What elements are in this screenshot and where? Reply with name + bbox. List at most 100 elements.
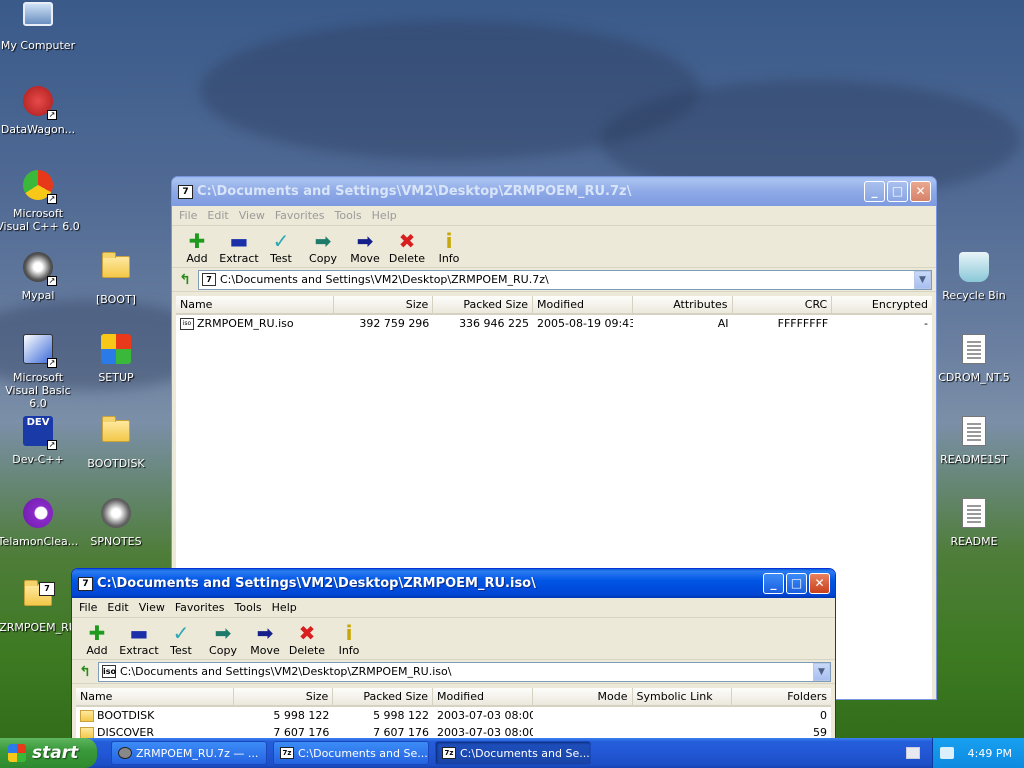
column-size[interactable]: Size xyxy=(334,296,434,313)
document-icon xyxy=(957,334,991,368)
copy-button[interactable]: ➡ Copy xyxy=(302,230,344,265)
keyboard-icon[interactable] xyxy=(906,747,920,759)
move-button[interactable]: ➡ Move xyxy=(344,230,386,265)
add-button[interactable]: ✚ Add xyxy=(176,230,218,265)
desktop-icon-readme[interactable]: README xyxy=(932,496,1016,548)
table-row[interactable]: iso ZRMPOEM_RU.iso 392 759 296 336 946 22… xyxy=(176,315,932,332)
address-bar: ↰ iso C:\Documents and Settings\VM2\Desk… xyxy=(72,660,835,684)
menu-edit[interactable]: Edit xyxy=(202,209,233,222)
menu-help[interactable]: Help xyxy=(267,601,302,614)
menu-file[interactable]: File xyxy=(174,209,202,222)
address-input[interactable]: 7 C:\Documents and Settings\VM2\Desktop\… xyxy=(198,269,932,290)
extract-button[interactable]: ▬ Extract xyxy=(118,622,160,657)
table-row[interactable]: BOOTDISK 5 998 122 5 998 122 2003-07-03 … xyxy=(76,707,831,724)
maximize-button[interactable]: □ xyxy=(786,573,807,594)
list-header: Name Size Packed Size Modified Attribute… xyxy=(176,296,932,315)
desktop-icon-recycle-bin[interactable]: Recycle Bin xyxy=(932,250,1016,302)
taskbar-button-archive-2[interactable]: 7z C:\Documents and Se... xyxy=(435,741,591,765)
desktop-icon-my-computer[interactable]: My Computer xyxy=(0,2,80,52)
menu-favorites[interactable]: Favorites xyxy=(270,209,330,222)
column-modified[interactable]: Modified xyxy=(433,688,533,705)
info-button[interactable]: i Info xyxy=(428,230,470,265)
toolbar: ✚ Add ▬ Extract ✓ Test ➡ Copy ➡ Move ✖ Delete … xyxy=(172,226,936,268)
up-folder-button[interactable]: ↰ xyxy=(76,663,94,681)
my-computer-icon xyxy=(21,2,55,36)
desktop-icon-visual-basic[interactable]: ↗ Microsoft Visual Basic 6.0 xyxy=(0,332,80,410)
title-bar[interactable]: 7 C:\Documents and Settings\VM2\Desktop\… xyxy=(172,177,936,206)
network-icon[interactable] xyxy=(939,747,954,759)
title-bar[interactable]: 7 C:\Documents and Settings\VM2\Desktop\… xyxy=(72,569,835,598)
extract-button[interactable]: ▬ Extract xyxy=(218,230,260,265)
delete-button[interactable]: ✖ Delete xyxy=(286,622,328,657)
add-button[interactable]: ✚ Add xyxy=(76,622,118,657)
menu-tools[interactable]: Tools xyxy=(330,209,367,222)
test-button[interactable]: ✓ Test xyxy=(160,622,202,657)
desktop-icon-setup[interactable]: SETUP xyxy=(74,332,158,384)
copy-arrow-icon: ➡ xyxy=(214,621,232,645)
iso-file-icon: iso xyxy=(180,318,194,330)
address-input[interactable]: iso C:\Documents and Settings\VM2\Deskto… xyxy=(98,661,831,682)
move-button[interactable]: ➡ Move xyxy=(244,622,286,657)
column-modified[interactable]: Modified xyxy=(533,296,633,313)
menu-file[interactable]: File xyxy=(74,601,102,614)
column-name[interactable]: Name xyxy=(176,296,334,313)
address-bar: ↰ 7 C:\Documents and Settings\VM2\Deskto… xyxy=(172,268,936,292)
7zip-app-icon: 7z xyxy=(442,747,456,759)
desktop-icon-visual-cpp[interactable]: ↗ Microsoft Visual C++ 6.0 xyxy=(0,168,80,233)
column-crc[interactable]: CRC xyxy=(733,296,833,313)
visual-basic-icon: ↗ xyxy=(21,334,57,368)
minimize-button[interactable]: _ xyxy=(763,573,784,594)
desktop-icon-spnotes[interactable]: SPNOTES xyxy=(74,496,158,548)
info-button[interactable]: i Info xyxy=(328,622,370,657)
close-button[interactable]: ✕ xyxy=(910,181,931,202)
check-icon: ✓ xyxy=(272,229,290,253)
up-folder-button[interactable]: ↰ xyxy=(176,271,194,289)
check-icon: ✓ xyxy=(172,621,190,645)
menu-view[interactable]: View xyxy=(234,209,270,222)
column-encrypted[interactable]: Encrypted xyxy=(832,296,932,313)
column-packed-size[interactable]: Packed Size xyxy=(333,688,434,705)
desktop-icon-boot[interactable]: [BOOT] xyxy=(74,250,158,306)
desktop-icon-datawagon[interactable]: ↗ DataWagon... xyxy=(0,84,80,136)
datawagon-icon: ↗ xyxy=(21,86,57,120)
maximize-button[interactable]: □ xyxy=(887,181,908,202)
column-symbolic-link[interactable]: Symbolic Link xyxy=(633,688,733,705)
window-title: C:\Documents and Settings\VM2\Desktop\ZR… xyxy=(97,576,536,591)
menu-view[interactable]: View xyxy=(134,601,170,614)
copy-button[interactable]: ➡ Copy xyxy=(202,622,244,657)
column-folders[interactable]: Folders xyxy=(732,688,831,705)
clock[interactable]: 4:49 PM xyxy=(968,747,1012,760)
column-size[interactable]: Size xyxy=(234,688,334,705)
telamon-icon xyxy=(21,498,55,532)
chevron-down-icon[interactable]: ▼ xyxy=(813,662,830,681)
column-attributes[interactable]: Attributes xyxy=(633,296,733,313)
plus-icon: ✚ xyxy=(188,229,206,253)
column-name[interactable]: Name xyxy=(76,688,234,705)
desktop-icon-mypal[interactable]: ↗ Mypal xyxy=(0,250,80,302)
chevron-down-icon[interactable]: ▼ xyxy=(914,270,931,289)
desktop-icon-bootdisk[interactable]: BOOTDISK xyxy=(74,414,158,470)
folder-icon xyxy=(80,710,94,722)
taskbar-button-archive-1[interactable]: 7z C:\Documents and Se... xyxy=(273,741,429,765)
column-packed-size[interactable]: Packed Size xyxy=(433,296,534,313)
document-icon xyxy=(957,498,991,532)
desktop-icon-cdrom-nt5[interactable]: CDROM_NT.5 xyxy=(932,332,1016,384)
start-button[interactable]: start xyxy=(0,738,97,768)
desktop-icon-devcpp[interactable]: DEV ↗ Dev-C++ xyxy=(0,414,80,466)
column-mode[interactable]: Mode xyxy=(533,688,633,705)
close-button[interactable]: ✕ xyxy=(809,573,830,594)
desktop-icon-readme1st[interactable]: README1ST xyxy=(932,414,1016,466)
mypal-icon: ↗ xyxy=(21,252,57,286)
menu-tools[interactable]: Tools xyxy=(230,601,267,614)
menu-help[interactable]: Help xyxy=(367,209,402,222)
desktop-icon-zrmpoem[interactable]: 7 ZRMPOEM_RU xyxy=(0,578,80,634)
test-button[interactable]: ✓ Test xyxy=(260,230,302,265)
delete-button[interactable]: ✖ Delete xyxy=(386,230,428,265)
menu-favorites[interactable]: Favorites xyxy=(170,601,230,614)
taskbar-button-7z[interactable]: ZRMPOEM_RU.7z — ... xyxy=(111,741,267,765)
document-icon xyxy=(957,416,991,450)
desktop-icon-telamon[interactable]: TelamonClea... xyxy=(0,496,80,548)
taskbar: start ZRMPOEM_RU.7z — ... 7z C:\Document… xyxy=(0,738,1024,768)
menu-edit[interactable]: Edit xyxy=(102,601,133,614)
minimize-button[interactable]: _ xyxy=(864,181,885,202)
